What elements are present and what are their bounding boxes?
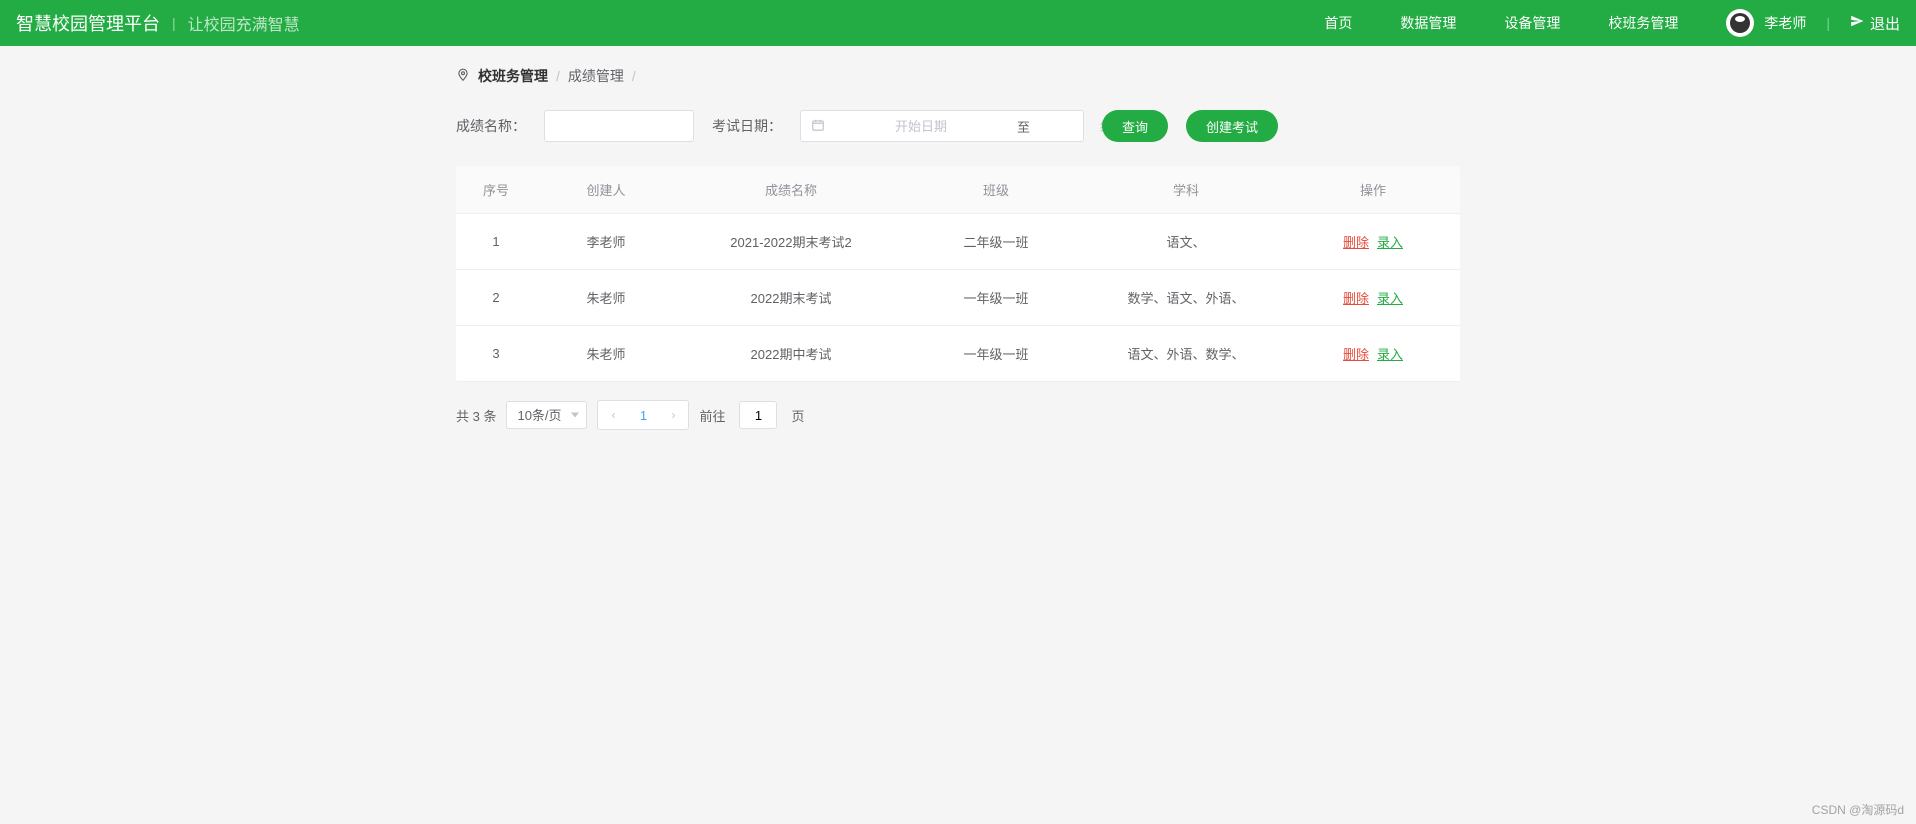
date-label: 考试日期： <box>712 116 782 136</box>
col-action: 操作 <box>1286 166 1460 214</box>
calendar-icon <box>811 118 825 135</box>
col-subject: 学科 <box>1086 166 1286 214</box>
search-bar: 成绩名称： 考试日期： 至 查询 创建考试 <box>456 110 1460 142</box>
cell-subject: 数学、语文、外语、 <box>1086 270 1286 326</box>
input-link[interactable]: 录入 <box>1377 347 1403 362</box>
table-row: 3朱老师2022期中考试一年级一班语文、外语、数学、删除录入 <box>456 326 1460 382</box>
cell-index: 2 <box>456 270 536 326</box>
col-name: 成绩名称 <box>676 166 906 214</box>
cell-action: 删除录入 <box>1286 214 1460 270</box>
app-header: 智慧校园管理平台 | 让校园充满智慧 首页 数据管理 设备管理 校班务管理 李老… <box>0 0 1916 46</box>
cell-action: 删除录入 <box>1286 326 1460 382</box>
nav-data-management[interactable]: 数据管理 <box>1376 0 1480 46</box>
results-table: 序号 创建人 成绩名称 班级 学科 操作 1李老师2021-2022期末考试2二… <box>456 166 1460 382</box>
nav-class-management[interactable]: 校班务管理 <box>1584 0 1702 46</box>
chevron-right-icon: › <box>671 408 675 422</box>
name-input[interactable] <box>544 110 694 142</box>
cell-subject: 语文、 <box>1086 214 1286 270</box>
results-table-card: 序号 创建人 成绩名称 班级 学科 操作 1李老师2021-2022期末考试2二… <box>456 166 1460 382</box>
next-page-button[interactable]: › <box>658 401 688 429</box>
delete-link[interactable]: 删除 <box>1343 291 1369 306</box>
nav-home[interactable]: 首页 <box>1300 0 1376 46</box>
watermark: CSDN @淘源码d <box>1812 801 1904 818</box>
total-count: 共 3 条 <box>456 406 496 425</box>
cell-name: 2021-2022期末考试2 <box>676 214 906 270</box>
page-size-select[interactable]: 10条/页 <box>506 401 587 429</box>
input-link[interactable]: 录入 <box>1377 291 1403 306</box>
cell-creator: 李老师 <box>536 214 676 270</box>
date-range-picker[interactable]: 至 <box>800 110 1084 142</box>
query-button[interactable]: 查询 <box>1102 110 1168 142</box>
col-class: 班级 <box>906 166 1086 214</box>
brand-title: 智慧校园管理平台 <box>16 10 160 36</box>
delete-link[interactable]: 删除 <box>1343 347 1369 362</box>
prev-page-button[interactable]: ‹ <box>598 401 628 429</box>
cell-name: 2022期末考试 <box>676 270 906 326</box>
start-date-input[interactable] <box>833 119 1009 134</box>
username: 李老师 <box>1764 13 1806 33</box>
nav-device-management[interactable]: 设备管理 <box>1480 0 1584 46</box>
brand-divider: | <box>172 15 176 31</box>
cell-class: 一年级一班 <box>906 326 1086 382</box>
logout-button[interactable]: 退出 <box>1850 13 1900 34</box>
cell-index: 3 <box>456 326 536 382</box>
col-index: 序号 <box>456 166 536 214</box>
cell-subject: 语文、外语、数学、 <box>1086 326 1286 382</box>
user-area: 李老师 | 退出 <box>1726 9 1900 37</box>
col-creator: 创建人 <box>536 166 676 214</box>
cell-index: 1 <box>456 214 536 270</box>
location-icon <box>456 68 470 85</box>
delete-link[interactable]: 删除 <box>1343 235 1369 250</box>
chevron-left-icon: ‹ <box>611 408 615 422</box>
cell-creator: 朱老师 <box>536 326 676 382</box>
avatar[interactable] <box>1726 9 1754 37</box>
cell-class: 二年级一班 <box>906 214 1086 270</box>
cell-class: 一年级一班 <box>906 270 1086 326</box>
input-link[interactable]: 录入 <box>1377 235 1403 250</box>
jump-suffix: 页 <box>791 406 804 425</box>
table-header-row: 序号 创建人 成绩名称 班级 学科 操作 <box>456 166 1460 214</box>
page-jump-input[interactable] <box>739 401 777 429</box>
cell-name: 2022期中考试 <box>676 326 906 382</box>
cell-action: 删除录入 <box>1286 270 1460 326</box>
page-number-1[interactable]: 1 <box>628 401 658 429</box>
name-label: 成绩名称： <box>456 116 526 136</box>
breadcrumb: 校班务管理 / 成绩管理 / <box>456 66 1460 86</box>
paper-plane-icon <box>1850 14 1864 32</box>
breadcrumb-item-2[interactable]: 成绩管理 <box>568 66 624 86</box>
pager: ‹ 1 › <box>597 400 689 430</box>
table-row: 2朱老师2022期末考试一年级一班数学、语文、外语、删除录入 <box>456 270 1460 326</box>
create-exam-button[interactable]: 创建考试 <box>1186 110 1278 142</box>
brand-slogan: 让校园充满智慧 <box>188 11 300 35</box>
breadcrumb-item-1[interactable]: 校班务管理 <box>478 66 548 86</box>
table-row: 1李老师2021-2022期末考试2二年级一班语文、删除录入 <box>456 214 1460 270</box>
jump-prefix: 前往 <box>699 406 725 425</box>
cell-creator: 朱老师 <box>536 270 676 326</box>
date-range-separator: 至 <box>1017 117 1030 136</box>
pagination: 共 3 条 10条/页 ‹ 1 › 前往 页 <box>456 400 1460 430</box>
